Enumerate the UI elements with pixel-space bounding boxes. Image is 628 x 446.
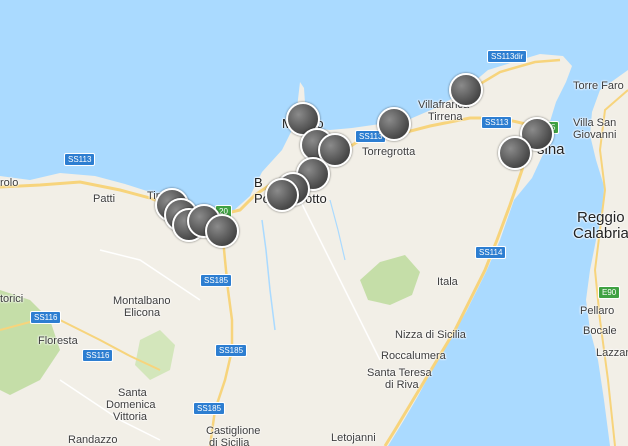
place-label-santa-dom-1: Santa <box>118 387 147 399</box>
place-label-nizza: Nizza di Sicilia <box>395 329 466 341</box>
place-label-castiglione-2: di Sicilia <box>209 437 250 446</box>
road-shield-ss185-b: SS185 <box>215 344 248 357</box>
place-label-patti: Patti <box>93 193 116 205</box>
place-label-montalbano-1: Montalbano <box>113 295 171 307</box>
place-label-santa-teresa-2: di Riva <box>385 379 419 391</box>
place-label-castiglione-1: Castiglione <box>206 425 261 437</box>
place-label-villa-sg-1: Villa San <box>573 117 617 129</box>
road-shield-ss116-a: SS116 <box>30 311 62 324</box>
place-label-villa-sg-2: Giovanni <box>573 129 617 141</box>
photo-marker[interactable] <box>498 136 532 170</box>
place-label-santa-dom-3: Vittoria <box>113 411 148 423</box>
road-shield-e90: E90 <box>598 286 621 299</box>
place-label-reggio-2: Calabria <box>573 225 628 242</box>
road-shield-ss116-b: SS116 <box>82 349 114 362</box>
map-canvas[interactable]: rolo Patti Tin M zio B Pozz otto Torregr… <box>0 0 628 446</box>
place-label-torre-faro: Torre Faro <box>573 80 624 92</box>
road-shield-ss185-a: SS185 <box>200 274 233 287</box>
photo-marker[interactable] <box>449 73 483 107</box>
place-label-santa-teresa-1: Santa Teresa <box>367 367 432 379</box>
place-label-santa-dom-2: Domenica <box>106 399 156 411</box>
road-shield-ss113dir: SS113dir <box>487 50 528 63</box>
place-label-barcellona: B <box>254 175 263 190</box>
place-label-itala: Itala <box>437 276 458 288</box>
place-label-lazzaro: Lazzar <box>596 347 628 359</box>
photo-marker[interactable] <box>377 107 411 141</box>
place-label-torici: torici <box>0 293 24 305</box>
road-shield-ss114: SS114 <box>475 246 507 259</box>
place-label-floresta: Floresta <box>38 335 78 347</box>
place-label-rolo: rolo <box>0 177 19 189</box>
place-label-montalbano-2: Elicona <box>124 307 161 319</box>
place-label-bocale: Bocale <box>583 325 617 337</box>
road-shield-ss113-east: SS113 <box>481 116 513 129</box>
place-label-randazzo: Randazzo <box>68 434 118 446</box>
place-label-torregrotta: Torregrotta <box>362 146 416 158</box>
place-label-reggio-1: Reggio <box>577 209 625 226</box>
place-label-villafranca-2: Tirrena <box>428 111 463 123</box>
place-label-pellaro: Pellaro <box>580 305 615 317</box>
place-label-letojanni: Letojanni <box>331 432 376 444</box>
road-shield-ss113-west: SS113 <box>64 153 96 166</box>
road-shield-ss185-c: SS185 <box>193 402 226 415</box>
photo-marker[interactable] <box>265 178 299 212</box>
map-base-layer <box>0 54 628 446</box>
place-label-roccalumera: Roccalumera <box>381 350 446 362</box>
photo-marker[interactable] <box>205 214 239 248</box>
